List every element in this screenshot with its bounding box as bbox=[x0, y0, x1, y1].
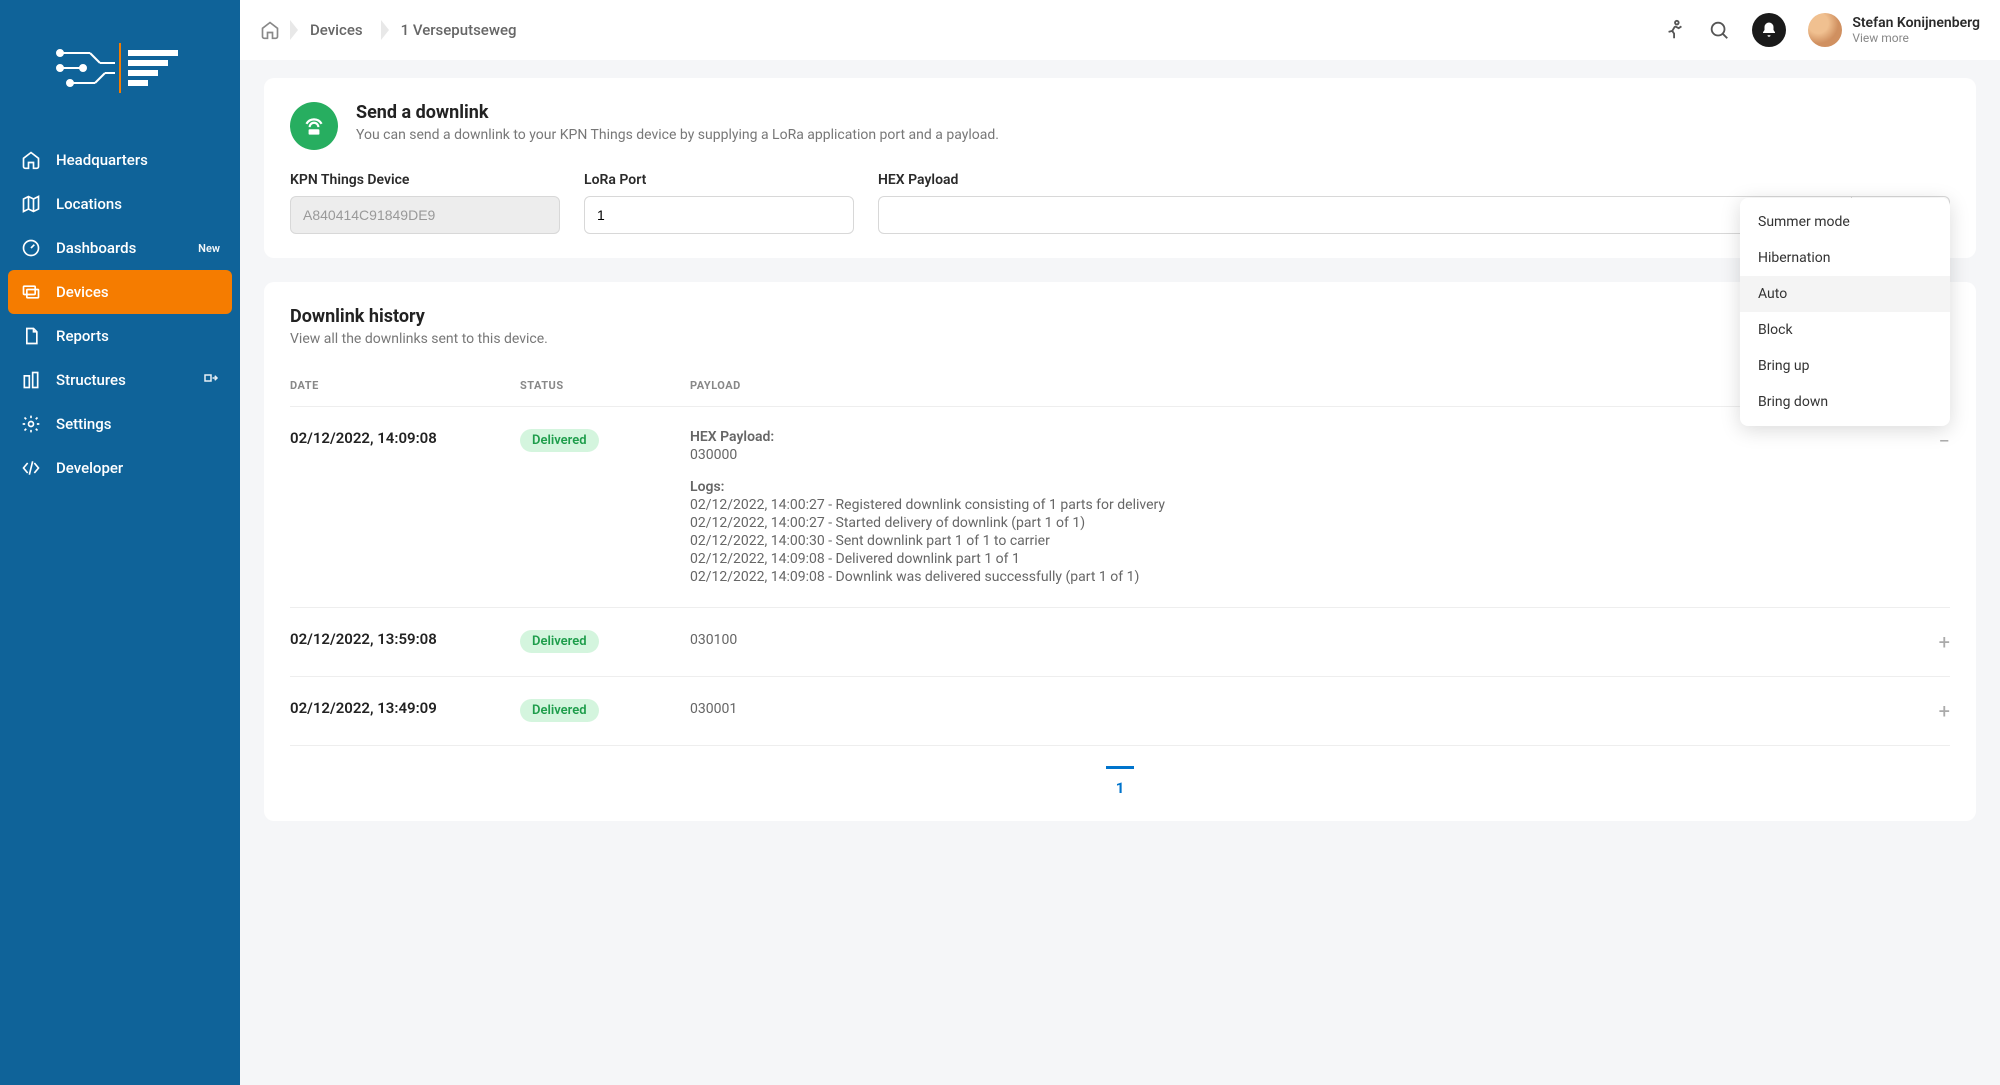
breadcrumb-devices[interactable]: Devices bbox=[302, 21, 371, 39]
payload-label: HEX Payload bbox=[878, 172, 1950, 188]
hex-label: HEX Payload: bbox=[690, 429, 1910, 445]
page-current[interactable]: 1 bbox=[1106, 766, 1135, 797]
history-title: Downlink history bbox=[290, 306, 1950, 327]
topbar: Devices 1 Verseputseweg Stefan Konijnenb… bbox=[240, 0, 2000, 60]
send-downlink-card: Send a downlink You can send a downlink … bbox=[264, 78, 1976, 258]
row-date: 02/12/2022, 13:59:08 bbox=[290, 630, 520, 648]
downlink-icon bbox=[290, 102, 338, 150]
hex-payload-input[interactable] bbox=[878, 196, 1852, 234]
sidebar-item-developer[interactable]: Developer bbox=[0, 446, 240, 490]
new-badge: New bbox=[198, 242, 220, 255]
row-date: 02/12/2022, 13:49:09 bbox=[290, 699, 520, 717]
breadcrumb: Devices 1 Verseputseweg bbox=[260, 20, 525, 41]
send-subtitle: You can send a downlink to your KPN Thin… bbox=[356, 127, 999, 143]
sidebar-item-headquarters[interactable]: Headquarters bbox=[0, 138, 240, 182]
presets-dropdown: Summer modeHibernationAutoBlockBring upB… bbox=[1740, 198, 1950, 426]
building-icon bbox=[20, 149, 42, 171]
buildings-icon bbox=[20, 369, 42, 391]
preset-option[interactable]: Bring down bbox=[1740, 384, 1950, 420]
sidebar-item-devices[interactable]: Devices bbox=[8, 270, 232, 314]
main-area: Devices 1 Verseputseweg Stefan Konijnenb… bbox=[240, 0, 2000, 885]
status-badge: Delivered bbox=[520, 699, 599, 722]
send-title: Send a downlink bbox=[356, 102, 999, 123]
device-input bbox=[290, 196, 560, 234]
logs-label: Logs: bbox=[690, 479, 1910, 495]
history-subtitle: View all the downlinks sent to this devi… bbox=[290, 331, 1950, 347]
home-icon[interactable] bbox=[260, 20, 280, 40]
preset-option[interactable]: Bring up bbox=[1740, 348, 1950, 384]
avatar bbox=[1808, 13, 1842, 47]
sidebar-item-label: Reports bbox=[56, 327, 109, 345]
sidebar-item-label: Locations bbox=[56, 195, 122, 213]
th-payload: PAYLOAD bbox=[690, 379, 1910, 392]
log-line: 02/12/2022, 14:00:27 - Started delivery … bbox=[690, 515, 1910, 531]
sidebar-item-structures[interactable]: Structures bbox=[0, 358, 240, 402]
preset-option[interactable]: Auto bbox=[1740, 276, 1950, 312]
search-icon[interactable] bbox=[1708, 19, 1730, 41]
history-row: 02/12/2022, 13:49:09Delivered 030001+ bbox=[290, 677, 1950, 746]
preset-option[interactable]: Block bbox=[1740, 312, 1950, 348]
sidebar-item-label: Headquarters bbox=[56, 151, 148, 169]
row-toggle[interactable]: + bbox=[1910, 630, 1950, 654]
log-line: 02/12/2022, 14:09:08 - Downlink was deli… bbox=[690, 569, 1910, 585]
sidebar-item-dashboards[interactable]: Dashboards New bbox=[0, 226, 240, 270]
th-date: DATE bbox=[290, 379, 520, 392]
row-toggle[interactable]: + bbox=[1910, 699, 1950, 723]
log-line: 02/12/2022, 14:00:30 - Sent downlink par… bbox=[690, 533, 1910, 549]
sidebar-item-label: Devices bbox=[56, 283, 109, 301]
chevron-right-icon bbox=[371, 20, 393, 41]
notifications-button[interactable] bbox=[1752, 13, 1786, 47]
downlink-history-card: Downlink history View all the downlinks … bbox=[264, 282, 1976, 821]
gauge-icon bbox=[20, 237, 42, 259]
port-label: LoRa Port bbox=[584, 172, 854, 188]
sidebar-item-reports[interactable]: Reports bbox=[0, 314, 240, 358]
log-line: 02/12/2022, 14:00:27 - Registered downli… bbox=[690, 497, 1910, 513]
map-icon bbox=[20, 193, 42, 215]
lora-port-input[interactable] bbox=[584, 196, 854, 234]
user-menu[interactable]: Stefan Konijnenberg View more bbox=[1808, 13, 1980, 47]
th-status: STATUS bbox=[520, 379, 690, 392]
document-icon bbox=[20, 325, 42, 347]
devices-icon bbox=[20, 281, 42, 303]
sidebar-item-settings[interactable]: Settings bbox=[0, 402, 240, 446]
sidebar-item-label: Developer bbox=[56, 459, 123, 477]
sidebar-item-label: Settings bbox=[56, 415, 112, 433]
hex-value: 030001 bbox=[690, 701, 1910, 717]
status-badge: Delivered bbox=[520, 630, 599, 653]
history-row: 02/12/2022, 14:09:08Delivered HEX Payload… bbox=[290, 407, 1950, 608]
status-badge: Delivered bbox=[520, 429, 599, 452]
preset-option[interactable]: Summer mode bbox=[1740, 204, 1950, 240]
pagination: 1 bbox=[290, 746, 1950, 821]
gear-icon bbox=[20, 413, 42, 435]
collapse-icon bbox=[202, 369, 220, 391]
running-icon[interactable] bbox=[1664, 19, 1686, 41]
row-date: 02/12/2022, 14:09:08 bbox=[290, 429, 520, 447]
hex-value: 030000 bbox=[690, 447, 1910, 463]
sidebar-item-locations[interactable]: Locations bbox=[0, 182, 240, 226]
chevron-right-icon bbox=[280, 20, 302, 41]
app-logo bbox=[0, 28, 240, 138]
history-table-header: DATE STATUS PAYLOAD bbox=[290, 365, 1950, 407]
history-row: 02/12/2022, 13:59:08Delivered 030100+ bbox=[290, 608, 1950, 677]
device-label: KPN Things Device bbox=[290, 172, 560, 188]
sidebar-item-label: Structures bbox=[56, 371, 126, 389]
breadcrumb-device-name[interactable]: 1 Verseputseweg bbox=[393, 21, 525, 39]
user-sublabel: View more bbox=[1852, 31, 1980, 45]
preset-option[interactable]: Hibernation bbox=[1740, 240, 1950, 276]
user-name: Stefan Konijnenberg bbox=[1852, 15, 1980, 31]
log-line: 02/12/2022, 14:09:08 - Delivered downlin… bbox=[690, 551, 1910, 567]
code-icon bbox=[20, 457, 42, 479]
hex-value: 030100 bbox=[690, 632, 1910, 648]
sidebar-item-label: Dashboards bbox=[56, 239, 136, 257]
row-toggle[interactable]: − bbox=[1910, 429, 1950, 453]
sidebar: Headquarters Locations Dashboards New Device… bbox=[0, 0, 240, 1085]
